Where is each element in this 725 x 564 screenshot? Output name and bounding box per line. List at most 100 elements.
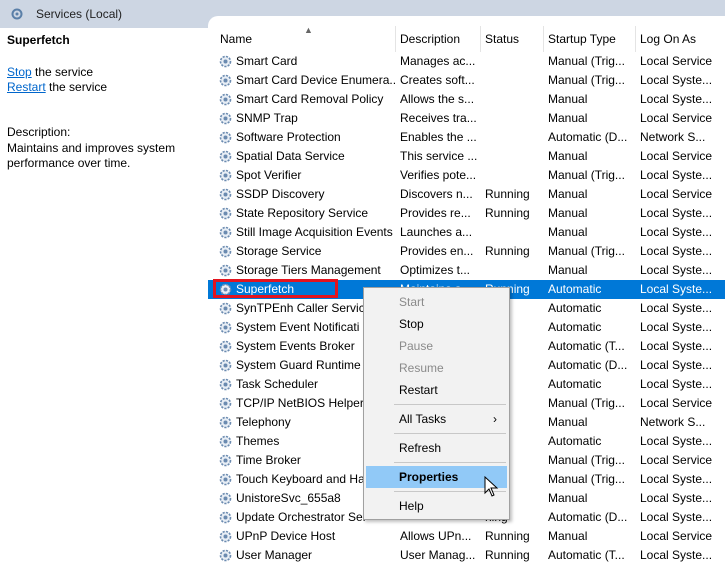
service-row[interactable]: Smart Card Device Enumera... Creates soft… [208,71,725,90]
restart-service-link[interactable]: Restart [7,80,46,94]
service-row[interactable]: State Repository Service Provides re... Ru… [208,204,725,223]
service-row[interactable]: Spot Verifier Verifies pote... Manual (Tri… [208,166,725,185]
column-header-log-on-as[interactable]: Log On As [636,26,725,52]
menu-item-help[interactable]: Help [366,495,507,517]
service-startup-type: Automatic (T... [548,548,625,562]
service-name: State Repository Service [236,206,369,220]
service-row[interactable]: SSDP Discovery Discovers n... Running Manua… [208,185,725,204]
menu-item-refresh[interactable]: Refresh [366,437,507,459]
service-gear-icon [218,282,233,297]
service-row[interactable]: UPnP Device Host Allows UPn... Running Manu… [208,527,725,546]
service-log-on-as: Local Service [640,187,713,201]
service-startup-type: Automatic [548,377,602,391]
description-text: Maintains and improves system performanc… [7,141,176,170]
service-description: Allows the s... [400,92,475,106]
service-name: Smart Card Device Enumera... [236,73,396,87]
column-header-name[interactable]: ▲ Name [216,25,396,52]
service-log-on-as: Local Syste... [640,339,713,353]
menu-item-label: Stop [399,317,424,331]
service-startup-type: Automatic (T... [548,339,625,353]
service-gear-icon [218,225,233,240]
service-row[interactable]: Spatial Data Service This service ... Manu… [208,147,725,166]
service-gear-icon [218,187,233,202]
service-description: User Manag... [400,548,476,562]
service-log-on-as: Local Service [640,149,713,163]
menu-item-all-tasks[interactable]: All Tasks › [366,408,507,430]
column-header-name-label: Name [220,32,253,46]
service-gear-icon [218,149,233,164]
service-startup-type: Manual (Trig... [548,453,625,467]
menu-item-label: Help [399,499,424,513]
service-name: SNMP Trap [236,111,298,125]
menu-item-label: Pause [399,339,434,353]
service-startup-type: Manual (Trig... [548,244,625,258]
service-description: Provides re... [400,206,471,220]
service-row[interactable]: Smart Card Removal Policy Allows the s...… [208,90,725,109]
service-gear-icon [218,244,233,259]
service-row[interactable]: Storage Service Provides en... Running Manu… [208,242,725,261]
service-startup-type: Manual (Trig... [548,54,625,68]
service-log-on-as: Local Syste... [640,377,713,391]
stop-suffix: the service [31,65,94,79]
service-gear-icon [218,206,233,221]
service-row[interactable]: Software Protection Enables the ... Automa… [208,128,725,147]
service-gear-icon [218,339,233,354]
menu-item-restart[interactable]: Restart [366,379,507,401]
service-log-on-as: Local Service [640,111,713,125]
menu-item-stop[interactable]: Stop [366,313,507,335]
service-gear-icon [218,491,233,506]
service-row[interactable]: SNMP Trap Receives tra... Manual Local Serv… [208,109,725,128]
service-description: Launches a... [400,225,473,239]
service-gear-icon [218,168,233,183]
service-startup-type: Manual [548,415,588,429]
service-gear-icon [218,415,233,430]
menu-separator [394,462,506,463]
service-description: Verifies pote... [400,168,477,182]
service-startup-type: Manual [548,206,588,220]
selected-service-name: Superfetch [7,33,70,47]
service-row[interactable]: Smart Card Manages ac... Manual (Trig... Lo… [208,52,725,71]
menu-item-pause[interactable]: Pause [366,335,507,357]
service-gear-icon [218,377,233,392]
service-row[interactable]: Still Image Acquisition Events Launches a… [208,223,725,242]
service-name: SSDP Discovery [236,187,325,201]
service-startup-type: Automatic (D... [548,358,628,372]
service-log-on-as: Local Syste... [640,301,713,315]
menu-item-resume[interactable]: Resume [366,357,507,379]
service-gear-icon [218,529,233,544]
service-gear-icon [218,301,233,316]
service-status: Running [485,548,530,562]
service-description: Discovers n... [400,187,473,201]
service-startup-type: Manual [548,225,588,239]
stop-service-link[interactable]: Stop [7,65,32,79]
service-log-on-as: Network S... [640,415,706,429]
service-gear-icon [218,73,233,88]
column-header-status[interactable]: Status [481,26,544,52]
service-log-on-as: Local Syste... [640,206,713,220]
service-gear-icon [218,453,233,468]
service-gear-icon [218,434,233,449]
menu-item-start[interactable]: Start [366,291,507,313]
service-description: Receives tra... [400,111,477,125]
service-row[interactable]: User Manager User Manag... Running Automati… [208,546,725,564]
service-startup-type: Manual (Trig... [548,168,625,182]
menu-item-label: Refresh [399,441,442,455]
service-log-on-as: Local Syste... [640,225,713,239]
column-header-description[interactable]: Description [396,26,481,52]
service-log-on-as: Local Syste... [640,510,713,524]
service-startup-type: Automatic [548,320,602,334]
service-startup-type: Automatic [548,434,602,448]
service-gear-icon [218,263,233,278]
service-startup-type: Manual [548,187,588,201]
restart-action-line: Restart the service [7,80,107,94]
service-log-on-as: Local Syste... [640,548,713,562]
column-header-startup-type[interactable]: Startup Type [544,26,636,52]
service-gear-icon [218,358,233,373]
service-log-on-as: Local Syste... [640,92,713,106]
service-status: Running [485,206,530,220]
service-status: Running [485,187,530,201]
service-row[interactable]: Storage Tiers Management Optimizes t... Ma… [208,261,725,280]
service-gear-icon [218,320,233,335]
sort-ascending-icon: ▲ [304,25,313,35]
service-description: Creates soft... [400,73,475,87]
